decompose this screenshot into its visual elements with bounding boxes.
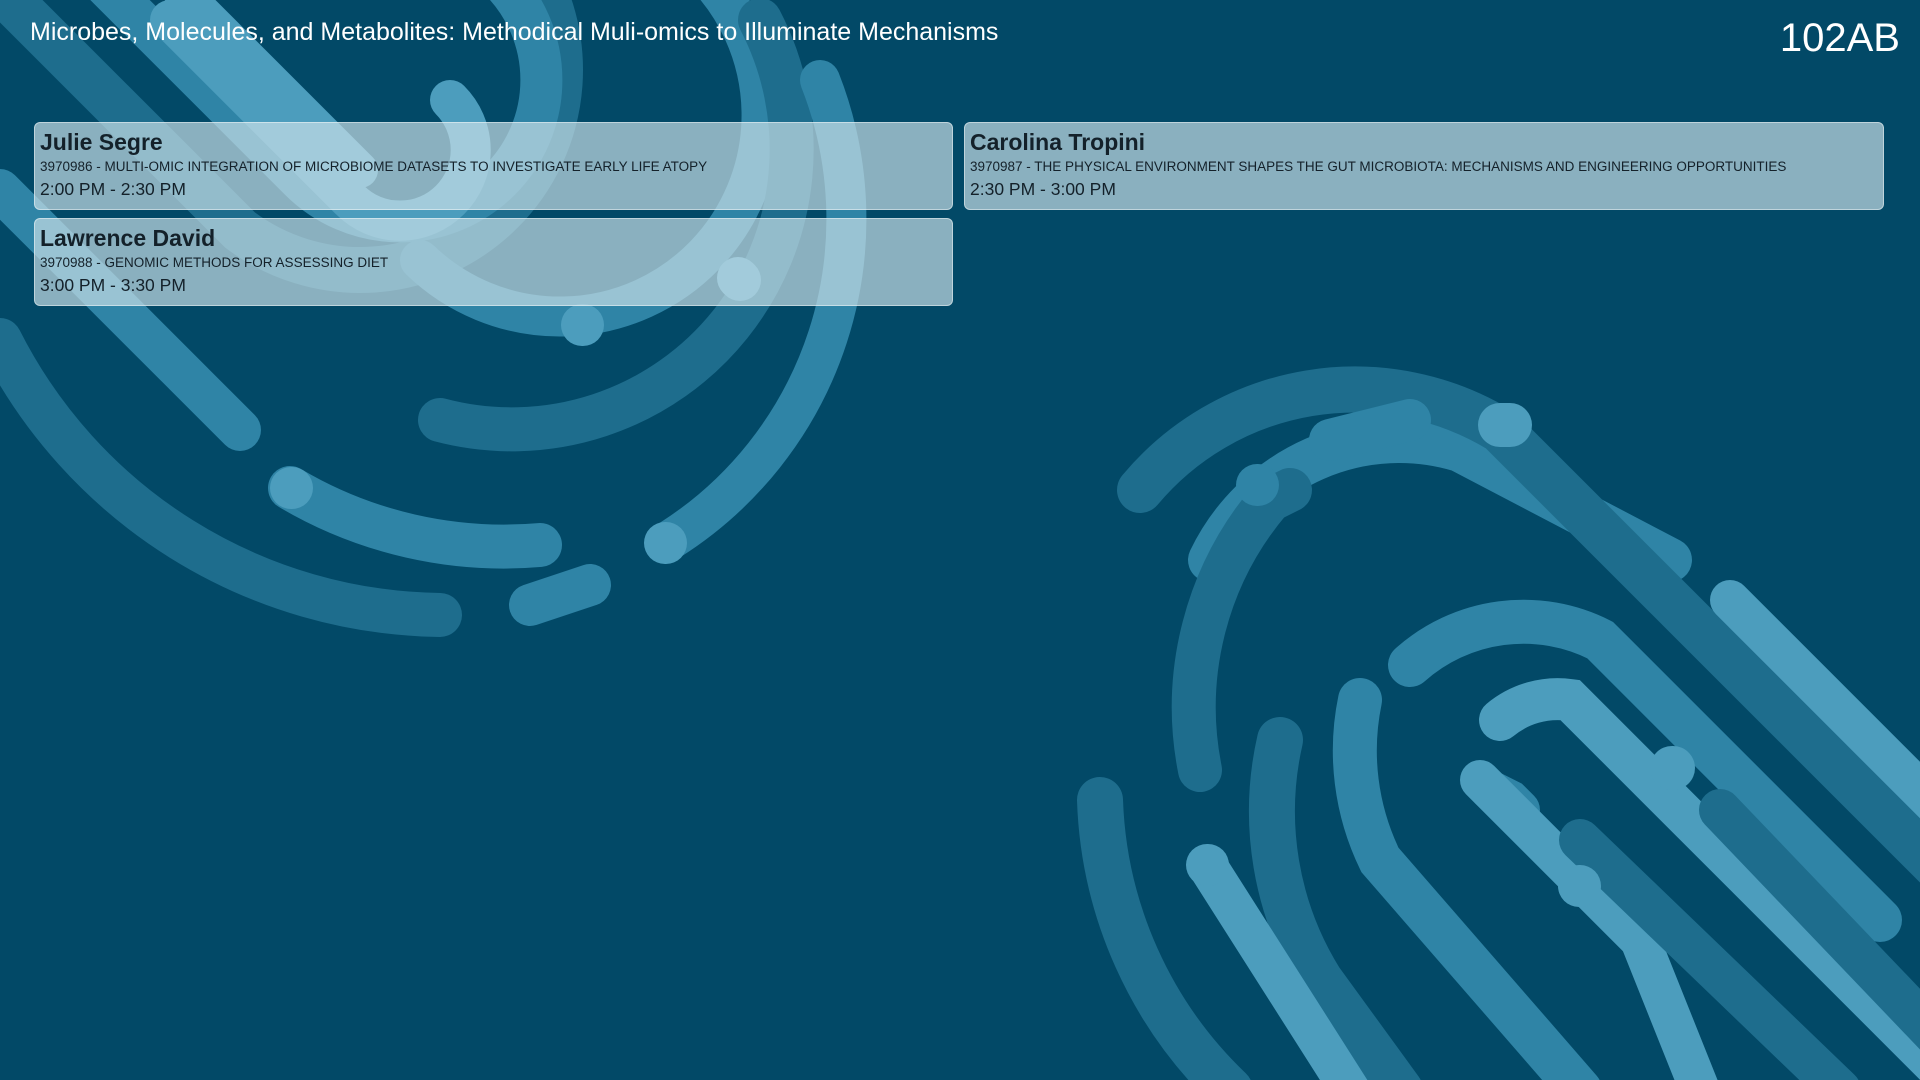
abstract-title: 3970987 - THE PHYSICAL ENVIRONMENT SHAPE… <box>970 159 1787 174</box>
speaker-name: Carolina Tropini <box>970 129 1146 155</box>
session-time: 2:00 PM - 2:30 PM <box>40 179 186 199</box>
fingerprint-pattern-top-left-icon <box>0 0 867 637</box>
speaker-name: Julie Segre <box>40 129 163 155</box>
abstract-title: 3970986 - MULTI-OMIC INTEGRATION OF MICR… <box>40 159 708 174</box>
session-time: 3:00 PM - 3:30 PM <box>40 275 186 295</box>
page-title: Microbes, Molecules, and Metabolites: Me… <box>30 18 999 46</box>
room-label: 102AB <box>1779 16 1900 60</box>
fingerprint-pattern-bottom-right-icon <box>1077 366 1920 1080</box>
session-card[interactable]: Lawrence David 3970988 - GENOMIC METHODS… <box>34 218 953 306</box>
session-time: 2:30 PM - 3:00 PM <box>970 179 1116 199</box>
abstract-title: 3970988 - GENOMIC METHODS FOR ASSESSING … <box>40 255 389 270</box>
session-card[interactable]: Carolina Tropini 3970987 - THE PHYSICAL … <box>964 122 1884 210</box>
session-card[interactable]: Julie Segre 3970986 - MULTI-OMIC INTEGRA… <box>34 122 953 210</box>
speaker-name: Lawrence David <box>40 225 216 251</box>
